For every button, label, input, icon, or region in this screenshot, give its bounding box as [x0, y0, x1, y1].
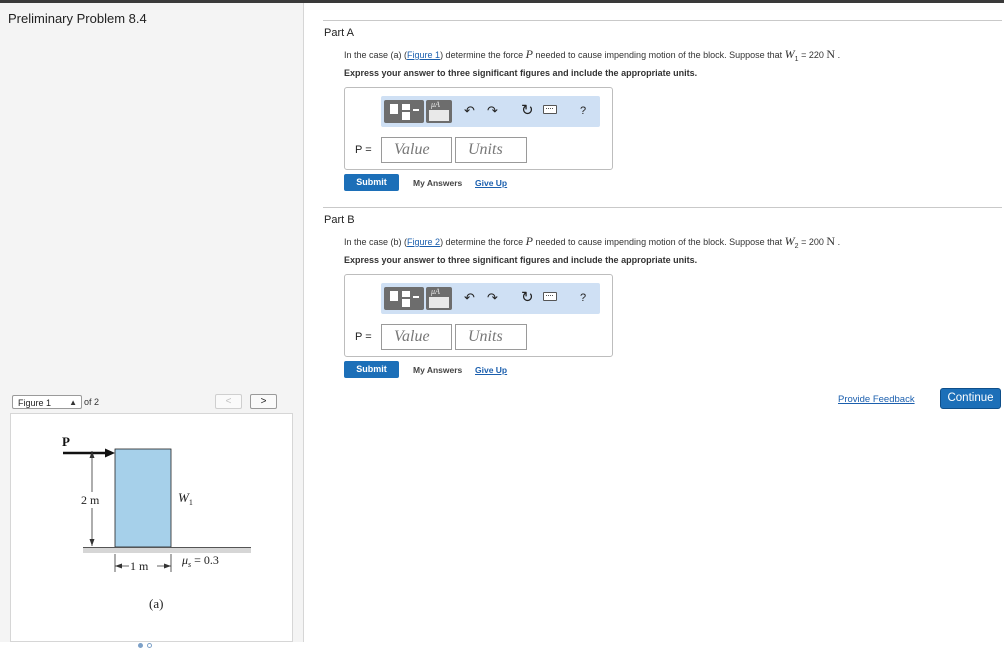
figure-2-link[interactable]: Figure 2 [407, 237, 440, 247]
part-b-toolbar: μA ↶ ↷ ↻ ? [381, 283, 600, 314]
figure-caption: (a) [149, 596, 163, 611]
redo-icon[interactable]: ↷ [487, 290, 498, 306]
part-b-answer-box: μA ↶ ↷ ↻ ? P = [344, 274, 613, 357]
figure-select-value: Figure 1 [18, 398, 52, 408]
part-a-value-input[interactable] [381, 137, 452, 163]
figure-count: of 2 [84, 397, 100, 407]
page-title: Preliminary Problem 8.4 [8, 11, 147, 26]
part-a-toolbar: μA ↶ ↷ ↻ ? [381, 96, 600, 127]
pagination-dot-1[interactable] [138, 643, 143, 648]
figure-panel: P 2 m W1 1 m μs = 0.3 (a) [10, 413, 293, 642]
part-b-answer-label: P = [355, 331, 372, 343]
part-a-my-answers[interactable]: My Answers [413, 178, 462, 188]
part-b-units-input[interactable] [455, 324, 527, 350]
friction-label: μs = 0.3 [181, 553, 219, 569]
undo-icon[interactable]: ↶ [464, 103, 475, 119]
reset-icon[interactable]: ↻ [521, 288, 534, 306]
figure-select[interactable]: Figure 1 ▲ [12, 395, 82, 409]
part-a-units-input[interactable] [455, 137, 527, 163]
next-figure-button[interactable]: > [250, 394, 277, 409]
width-arrow-left [115, 563, 122, 569]
help-icon[interactable]: ? [580, 105, 586, 117]
figure-diagram: P 2 m W1 1 m μs = 0.3 (a) [62, 434, 251, 611]
height-arrow-bottom [89, 539, 95, 546]
provide-feedback-link[interactable]: Provide Feedback [838, 394, 915, 405]
keyboard-icon[interactable] [543, 105, 557, 114]
weight-label: W1 [178, 490, 193, 507]
undo-icon[interactable]: ↶ [464, 290, 475, 306]
help-icon[interactable]: ? [580, 292, 586, 304]
part-b-my-answers[interactable]: My Answers [413, 365, 462, 375]
part-b-submit-button[interactable]: Submit [344, 361, 399, 378]
part-b-title: Part B [324, 214, 355, 226]
part-a-instruction: Express your answer to three significant… [344, 68, 698, 78]
width-arrow-right [164, 563, 171, 569]
continue-button[interactable]: Continue [940, 388, 1001, 409]
figure-pagination [138, 635, 156, 653]
part-a-divider [323, 20, 1002, 21]
part-a-submit-button[interactable]: Submit [344, 174, 399, 191]
part-b-instruction: Express your answer to three significant… [344, 255, 698, 265]
force-arrowhead [105, 448, 115, 458]
force-label: P [62, 434, 70, 449]
width-label: 1 m [130, 559, 149, 573]
templates-icon[interactable] [384, 287, 424, 310]
block [114, 448, 172, 548]
reset-icon[interactable]: ↻ [521, 101, 534, 119]
part-b-give-up[interactable]: Give Up [475, 365, 507, 375]
mu-units-icon[interactable]: μA [426, 100, 452, 123]
pagination-dot-2[interactable] [147, 643, 152, 648]
part-a-answer-label: P = [355, 144, 372, 156]
templates-icon[interactable] [384, 100, 424, 123]
part-a-give-up[interactable]: Give Up [475, 178, 507, 188]
select-arrows-icon: ▲ [69, 398, 77, 407]
prev-figure-button[interactable]: < [215, 394, 242, 409]
part-a-question: In the case (a) (Figure 1) determine the… [344, 47, 841, 63]
part-b-question: In the case (b) (Figure 2) determine the… [344, 234, 841, 250]
keyboard-icon[interactable] [543, 292, 557, 301]
height-label: 2 m [81, 493, 100, 507]
redo-icon[interactable]: ↷ [487, 103, 498, 119]
ground-hatch [83, 548, 251, 553]
part-b-divider [323, 207, 1002, 208]
part-a-title: Part A [324, 27, 354, 39]
figure-1-link[interactable]: Figure 1 [407, 50, 440, 60]
mu-units-icon[interactable]: μA [426, 287, 452, 310]
part-a-answer-box: μA ↶ ↷ ↻ ? P = [344, 87, 613, 170]
part-b-value-input[interactable] [381, 324, 452, 350]
